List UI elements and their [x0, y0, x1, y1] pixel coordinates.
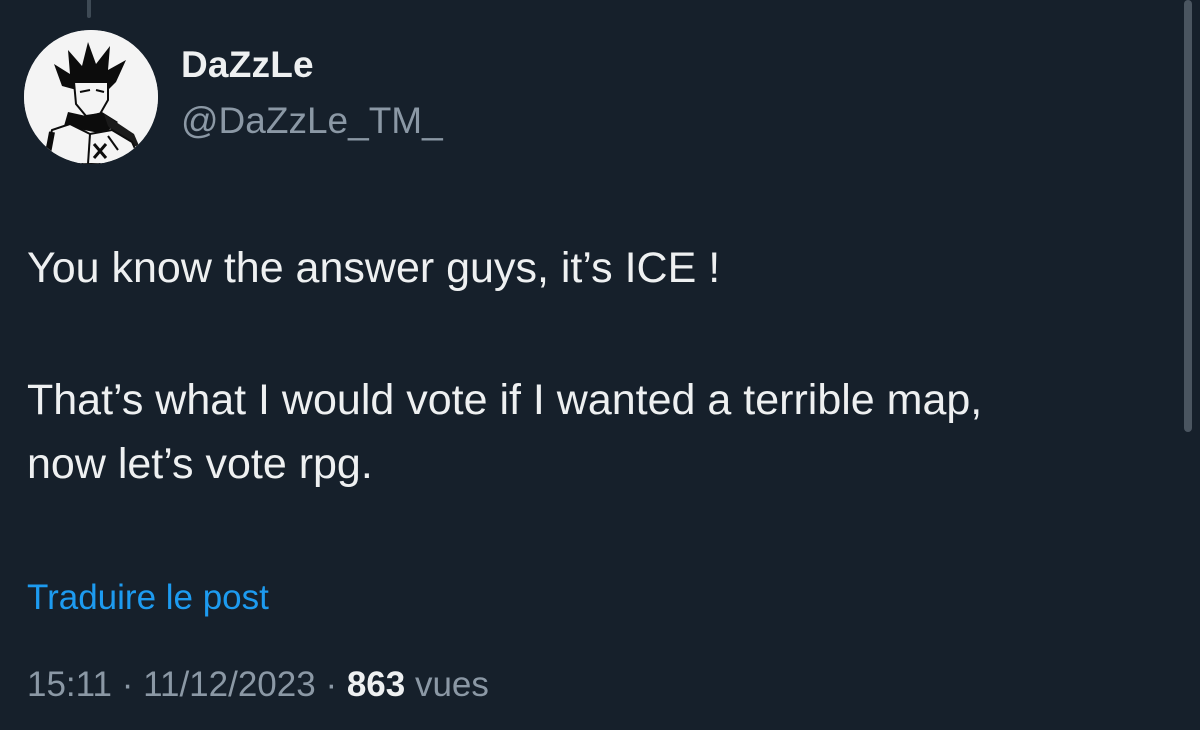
post-date[interactable]: 11/12/2023: [143, 665, 316, 704]
meta-separator: ·: [121, 665, 134, 704]
author-handle[interactable]: @DaZzLe_TM_: [181, 100, 443, 142]
post-metadata: 15:11 · 11/12/2023 · 863 vues: [27, 665, 489, 705]
meta-separator: ·: [325, 665, 338, 704]
post-text-line: now let’s vote rpg.: [27, 440, 373, 488]
author-display-name[interactable]: DaZzLe: [181, 44, 314, 86]
translate-post-link[interactable]: Traduire le post: [27, 578, 269, 618]
thread-connector-line: [87, 0, 91, 18]
post-text-paragraph-1: You know the answer guys, it’s ICE !: [27, 236, 1177, 300]
anime-character-avatar-icon: [24, 30, 158, 164]
post-text-paragraph-2: That’s what I would vote if I wanted a t…: [27, 368, 1177, 496]
views-count: 863: [346, 665, 406, 704]
avatar[interactable]: [24, 30, 158, 164]
post-time[interactable]: 15:11: [27, 665, 112, 704]
post-text-line: You know the answer guys, it’s ICE !: [27, 244, 721, 292]
post-text-line: That’s what I would vote if I wanted a t…: [27, 376, 983, 424]
views-label: vues: [414, 665, 489, 704]
scrollbar[interactable]: [1184, 0, 1192, 432]
